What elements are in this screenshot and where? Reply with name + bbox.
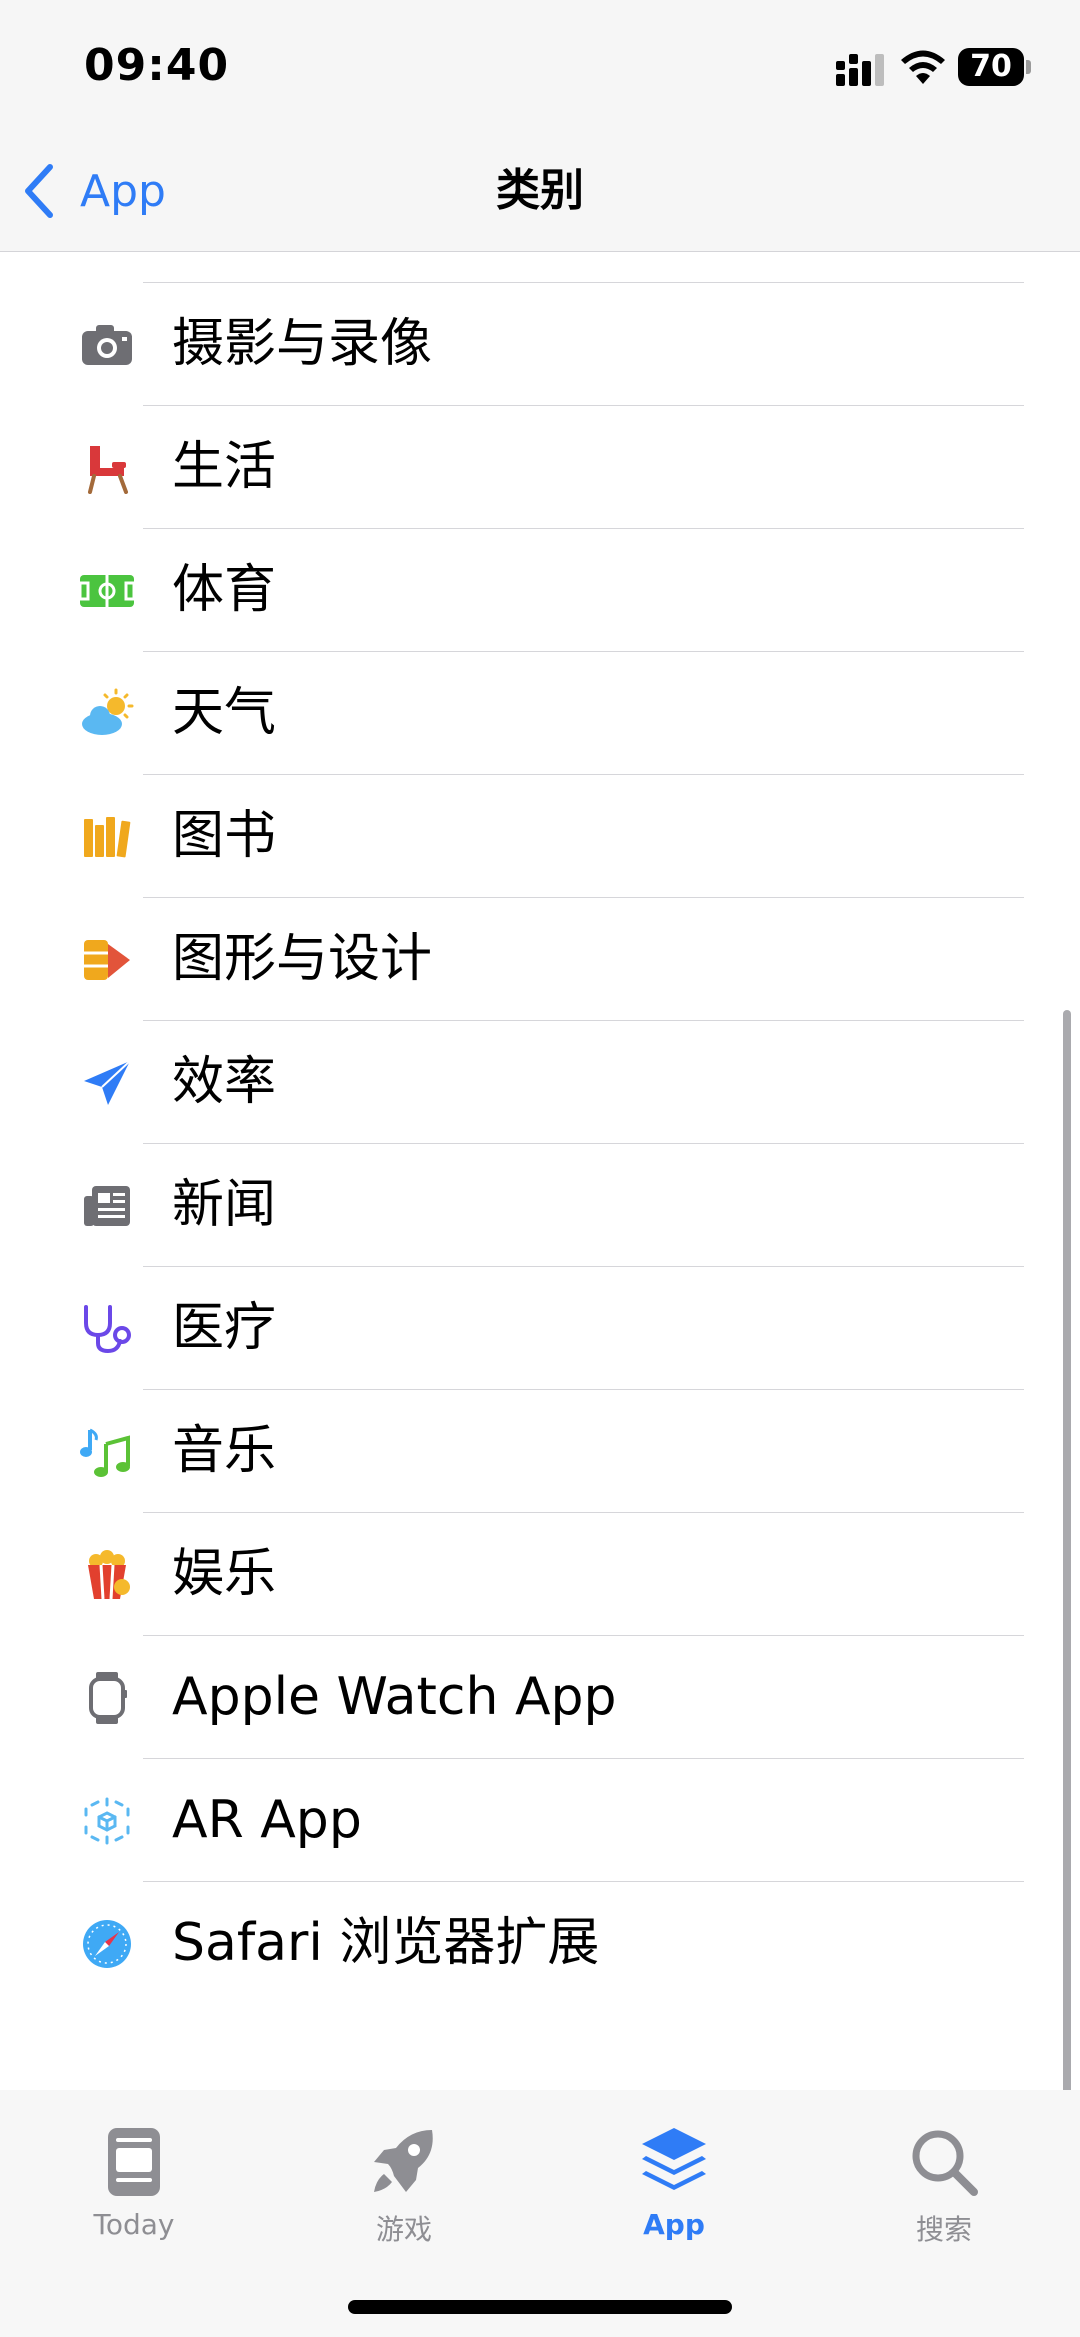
- chair-icon: [78, 442, 136, 494]
- page-title: 类别: [496, 165, 584, 216]
- books-icon: [78, 811, 136, 863]
- category-row-weather[interactable]: 天气: [0, 652, 1080, 775]
- home-indicator[interactable]: [348, 2300, 732, 2314]
- tab-label: Today: [93, 2208, 175, 2241]
- category-row-sports[interactable]: 体育: [0, 529, 1080, 652]
- category-label: 效率: [172, 1052, 277, 1112]
- watch-icon: [78, 1672, 136, 1724]
- music-notes-icon: [78, 1426, 136, 1478]
- sports-field-icon: [78, 565, 136, 617]
- category-row-productivity[interactable]: 效率: [0, 1021, 1080, 1144]
- tab-today[interactable]: Today: [34, 2124, 234, 2274]
- today-icon: [108, 2128, 160, 2196]
- weather-cloud-sun-icon: [78, 688, 136, 740]
- category-label: 摄影与录像: [172, 314, 433, 374]
- app-stack-icon: [642, 2128, 706, 2190]
- category-label: 体育: [172, 560, 277, 620]
- safari-compass-icon: [78, 1918, 136, 1970]
- tab-games[interactable]: 游戏: [304, 2124, 504, 2274]
- category-row-music[interactable]: 音乐: [0, 1390, 1080, 1513]
- category-row-lifestyle[interactable]: 生活: [0, 406, 1080, 529]
- category-row-news[interactable]: 新闻: [0, 1144, 1080, 1267]
- tab-label: 游戏: [375, 2213, 432, 2246]
- navigation-bar: 09:40 70 App 类别: [0, 0, 1080, 252]
- category-label: 音乐: [172, 1421, 277, 1481]
- category-label: 医疗: [172, 1298, 277, 1358]
- paper-plane-icon: [78, 1057, 136, 1109]
- category-list: 社交 摄影与录像: [0, 191, 1080, 2057]
- category-row-safari-extensions[interactable]: Safari 浏览器扩展: [0, 1882, 1080, 2005]
- tab-label: App: [643, 2208, 705, 2241]
- battery-level: 70: [958, 48, 1024, 86]
- wifi-icon: [901, 50, 945, 84]
- category-label: 天气: [172, 683, 277, 743]
- category-row-books[interactable]: 图书: [0, 775, 1080, 898]
- category-row-apple-watch[interactable]: Apple Watch App: [0, 1636, 1080, 1759]
- battery-cap: [1026, 60, 1031, 74]
- stethoscope-icon: [78, 1303, 136, 1355]
- category-label: Apple Watch App: [172, 1667, 617, 1727]
- category-row-entertainment[interactable]: 娱乐: [0, 1513, 1080, 1636]
- category-label: 图形与设计: [172, 929, 433, 989]
- search-icon: [912, 2130, 978, 2196]
- category-row-graphics-design[interactable]: 图形与设计: [0, 898, 1080, 1021]
- tab-search[interactable]: 搜索: [844, 2124, 1044, 2274]
- tab-label: 搜索: [915, 2213, 972, 2246]
- category-label: Safari 浏览器扩展: [172, 1913, 600, 1973]
- scroll-indicator[interactable]: [1063, 1010, 1071, 2100]
- category-label: 新闻: [172, 1175, 277, 1235]
- tab-apps[interactable]: App: [574, 2124, 774, 2274]
- category-label: 生活: [172, 437, 277, 497]
- category-label: 娱乐: [172, 1544, 277, 1604]
- category-label: AR App: [172, 1790, 362, 1850]
- category-label: 图书: [172, 806, 277, 866]
- category-row-ar[interactable]: AR App: [0, 1759, 1080, 1882]
- camera-icon: [78, 319, 136, 371]
- category-row-medical[interactable]: 医疗: [0, 1267, 1080, 1390]
- newspaper-icon: [78, 1180, 136, 1232]
- app-store-screen: 09:40 70 App 类别 摄影与录像 生活 体育 天气 图书 图形与设计 …: [0, 0, 1080, 2337]
- category-row-photo-video[interactable]: 摄影与录像: [0, 283, 1080, 406]
- status-time: 09:40: [84, 40, 230, 91]
- ar-cube-icon: [78, 1795, 136, 1847]
- design-palette-icon: [78, 934, 136, 986]
- rocket-icon: [374, 2130, 433, 2192]
- popcorn-icon: [78, 1549, 136, 1601]
- cellular-signal-icon: [836, 54, 884, 86]
